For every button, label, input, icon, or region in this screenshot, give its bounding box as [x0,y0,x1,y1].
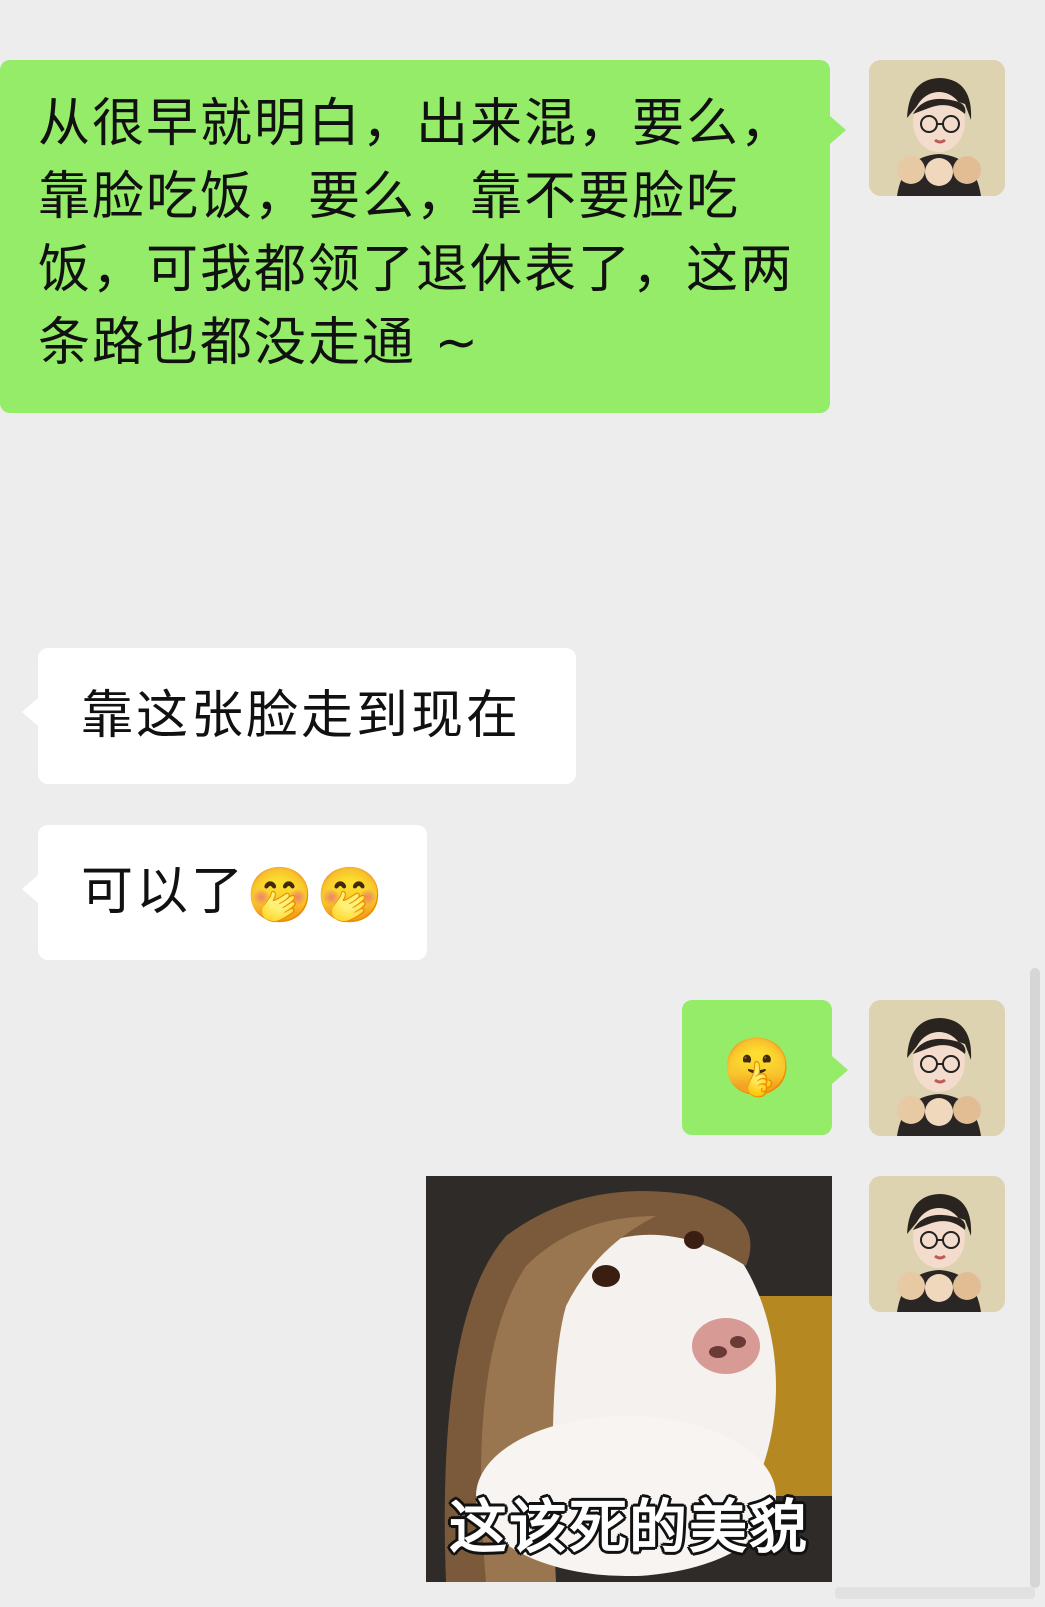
sent-emoji-bubble[interactable]: 🤫 [682,1000,848,1135]
watermark-bar [835,1587,1035,1599]
shushing-face-emoji-icon: 🤫 [722,1035,792,1100]
sent-message-bubble[interactable]: 从很早就明白，出来混，要么，靠脸吃饭，要么，靠不要脸吃饭，可我都领了退休表了，这… [0,60,846,413]
hand-over-mouth-emoji-icon: 🤭🤭 [246,863,387,927]
dog-with-wig-sticker[interactable]: 这该死的美貌 [426,1176,832,1582]
avatar-cartoon-girl-icon [869,60,1005,196]
avatar-cartoon-girl-icon [869,1000,1005,1136]
message-text: 从很早就明白，出来混，要么，靠脸吃饭，要么，靠不要脸吃饭，可我都领了退休表了，这… [38,94,795,373]
sticker-caption: 这该死的美貌 [448,1493,809,1561]
scrollbar[interactable] [1030,968,1040,1588]
received-message-bubble[interactable]: 靠这张脸走到现在 [22,648,576,784]
received-message-bubble[interactable]: 可以了🤭🤭 [22,825,427,960]
user-avatar[interactable] [869,60,1005,196]
avatar-cartoon-girl-icon [869,1176,1005,1312]
message-text: 可以了 [81,862,247,922]
user-avatar[interactable] [869,1176,1005,1312]
message-text: 靠这张脸走到现在 [81,686,522,746]
user-avatar[interactable] [869,1000,1005,1136]
